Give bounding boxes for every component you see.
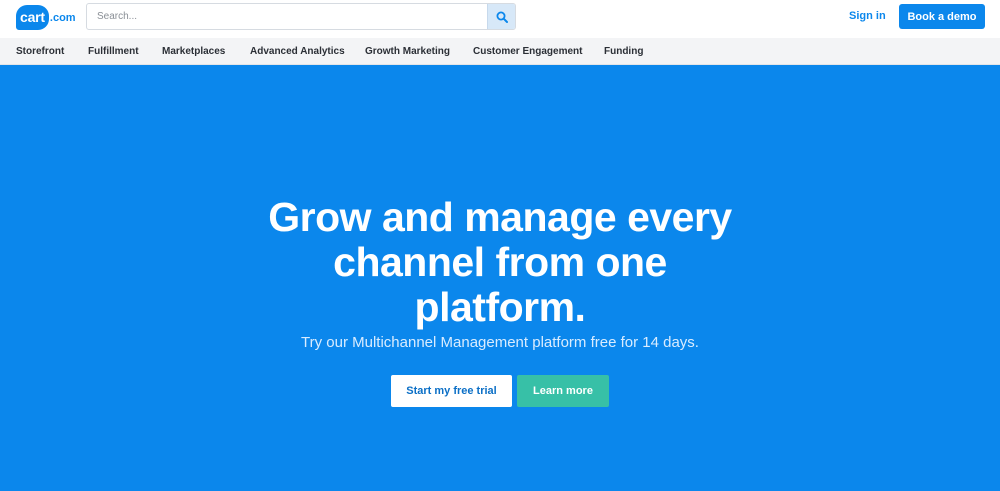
nav-item-storefront[interactable]: Storefront: [16, 46, 64, 57]
hero-subtitle: Try our Multichannel Management platform…: [301, 334, 699, 351]
nav-item-fulfillment[interactable]: Fulfillment: [88, 46, 139, 57]
hero-section: Grow and manage every channel from one p…: [0, 65, 1000, 491]
nav-item-advanced-analytics[interactable]: Advanced Analytics: [250, 46, 345, 57]
book-demo-button[interactable]: Book a demo: [899, 4, 985, 29]
nav-item-customer-engagement[interactable]: Customer Engagement: [473, 46, 582, 57]
hero-title-line: channel from one: [333, 239, 667, 285]
cart-logo[interactable]: cart .com: [16, 3, 76, 31]
top-header: cart .com Sign in Book a demo: [0, 0, 1000, 38]
search-icon: [496, 11, 508, 23]
hero-title: Grow and manage every channel from one p…: [200, 195, 800, 330]
nav-item-funding[interactable]: Funding: [604, 46, 643, 57]
learn-more-button[interactable]: Learn more: [517, 375, 609, 407]
start-free-trial-button[interactable]: Start my free trial: [391, 375, 512, 407]
hero-title-line: Grow and manage every: [268, 194, 732, 240]
main-nav: Storefront Fulfillment Marketplaces Adva…: [0, 38, 1000, 65]
hero-title-line: platform.: [414, 284, 586, 330]
nav-item-growth-marketing[interactable]: Growth Marketing: [365, 46, 450, 57]
sign-in-link[interactable]: Sign in: [849, 10, 886, 22]
search-bar: [86, 3, 516, 30]
logo-suffix: .com: [49, 12, 76, 24]
search-input[interactable]: [87, 4, 487, 29]
nav-item-marketplaces[interactable]: Marketplaces: [162, 46, 225, 57]
logo-mark: cart: [16, 4, 49, 30]
search-button[interactable]: [487, 4, 515, 29]
